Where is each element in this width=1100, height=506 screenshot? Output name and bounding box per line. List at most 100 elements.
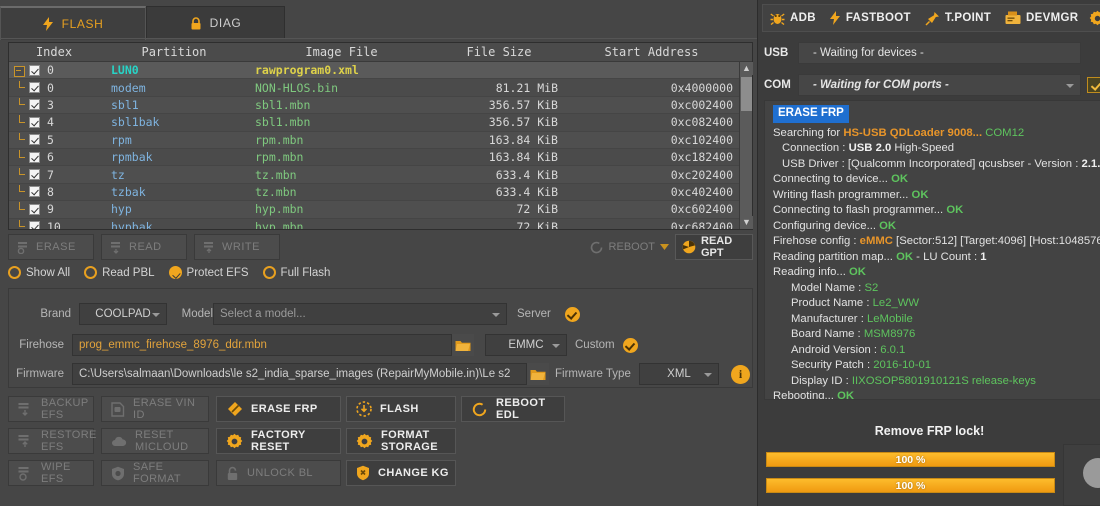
row-checkbox[interactable] — [29, 116, 40, 128]
model-value: Select a model... — [220, 308, 306, 320]
log-line: Searching for HS-USB QDLoader 9008... CO… — [773, 126, 1025, 139]
row-image-cell: hyp.mbn — [255, 219, 304, 229]
flash-button[interactable]: FLASH — [346, 396, 456, 422]
button-label: WIPE EFS — [41, 461, 71, 485]
com-port-select[interactable]: - Waiting for COM ports - — [798, 74, 1081, 96]
testpoint-button[interactable]: T.POINT — [918, 5, 998, 31]
table-row[interactable]: 4 sbl1bak sbl1.mbn 356.57 KiB 0xc082400 — [9, 114, 752, 132]
row-image-cell: hyp.mbn — [255, 202, 304, 217]
column-header-image: Image File — [305, 45, 378, 59]
info-button[interactable]: i — [731, 364, 750, 384]
scroll-thumb[interactable] — [741, 77, 752, 111]
read-button[interactable]: READ — [101, 234, 187, 260]
com-auto-checkbox[interactable] — [1087, 77, 1100, 93]
reboot-edl-button[interactable]: REBOOT EDL — [461, 396, 565, 422]
table-row[interactable]: 6 rpmbak rpm.mbn 163.84 KiB 0xc182400 — [9, 149, 752, 167]
firmware-path-input[interactable]: C:\Users\salmaan\Downloads\le s2_india_s… — [72, 363, 527, 385]
table-row[interactable]: 8 tzbak tz.mbn 633.4 KiB 0xc402400 — [9, 184, 752, 202]
usb-device-field[interactable]: - Waiting for devices - — [798, 42, 1081, 64]
row-checkbox[interactable] — [29, 151, 40, 163]
tree-branch-icon[interactable] — [13, 202, 26, 215]
tab-flash[interactable]: FLASH — [0, 6, 146, 40]
reboot-dropdown-button[interactable]: REBOOT — [589, 234, 669, 260]
log-line: Configuring device... OK — [773, 219, 897, 232]
row-index-value: 0 — [47, 80, 54, 95]
table-row[interactable]: 5 rpm rpm.mbn 163.84 KiB 0xc102400 — [9, 131, 752, 149]
read-gpt-button[interactable]: READ GPT — [675, 234, 753, 260]
scroll-down-icon[interactable]: ▼ — [740, 216, 753, 229]
tree-branch-icon[interactable] — [13, 150, 26, 163]
brand-select[interactable]: COOLPAD — [79, 303, 167, 325]
row-checkbox[interactable] — [29, 169, 40, 181]
table-row[interactable]: 0 modem NON-HLOS.bin 81.21 MiB 0x4000000 — [9, 79, 752, 97]
column-header-address: Start Address — [604, 45, 699, 59]
custom-toggle-check[interactable] — [623, 337, 638, 353]
table-row[interactable]: 7 tz tz.mbn 633.4 KiB 0xc202400 — [9, 166, 752, 184]
row-address-cell: 0xc102400 — [670, 132, 733, 147]
row-index-value: 9 — [47, 202, 54, 217]
unlock-bl-button[interactable]: UNLOCK BL — [216, 460, 341, 486]
safe-format-button[interactable]: SAFE FORMAT — [101, 460, 209, 486]
fastboot-button[interactable]: FASTBOOT — [823, 5, 918, 31]
table-scrollbar[interactable]: ▲ ▼ — [739, 62, 753, 229]
wipe-efs-button[interactable]: WIPE EFS — [8, 460, 94, 486]
firmware-type-select[interactable]: XML — [639, 363, 719, 385]
radio-label: Read PBL — [102, 266, 155, 279]
row-image-cell: NON-HLOS.bin — [255, 80, 339, 95]
firmware-browse-button[interactable] — [527, 363, 549, 385]
radio-full-flash[interactable]: Full Flash — [262, 266, 330, 279]
radio-protect-efs[interactable]: Protect EFS — [168, 266, 249, 279]
change-kg-button[interactable]: CHANGE KG — [346, 460, 456, 486]
firehose-browse-button[interactable] — [452, 334, 474, 356]
format-storage-button[interactable]: FORMAT STORAGE — [346, 428, 456, 454]
chevron-down-icon[interactable] — [660, 244, 669, 250]
row-image-cell: tz.mbn — [255, 167, 297, 182]
tree-expand-icon[interactable] — [13, 65, 26, 77]
row-checkbox[interactable] — [29, 99, 40, 111]
tree-branch-icon[interactable] — [13, 97, 26, 110]
devmgr-button[interactable]: DEVMGR — [998, 5, 1085, 31]
table-row[interactable]: 0 LUN0 rawprogram0.xml — [9, 62, 752, 80]
row-checkbox[interactable] — [29, 82, 40, 94]
settings-button[interactable] — [1085, 5, 1100, 31]
tree-branch-icon[interactable] — [13, 115, 26, 128]
reset-micloud-button[interactable]: RESET MICLOUD — [101, 428, 209, 454]
table-row[interactable]: 10 hypbak hyp.mbn 72 KiB 0xc682400 — [9, 219, 752, 229]
table-row[interactable]: 3 sbl1 sbl1.mbn 356.57 KiB 0xc002400 — [9, 96, 752, 115]
log-line: Reading info... OK — [773, 266, 866, 278]
row-size-cell: 72 KiB — [516, 219, 558, 229]
read-gpt-label: READ GPT — [701, 235, 733, 259]
tree-branch-icon[interactable] — [13, 167, 26, 180]
model-select[interactable]: Select a model... — [213, 303, 507, 325]
tree-branch-icon[interactable] — [13, 132, 26, 145]
tree-branch-icon[interactable] — [13, 184, 26, 197]
erase-button[interactable]: ERASE — [8, 234, 94, 260]
restore-efs-button[interactable]: RESTORE EFS — [8, 428, 96, 454]
factory-reset-button[interactable]: FACTORY RESET — [216, 428, 341, 454]
firehose-path-input[interactable]: prog_emmc_firehose_8976_ddr.mbn — [72, 334, 452, 356]
row-image-cell: rawprogram0.xml — [255, 63, 359, 78]
backup-efs-button[interactable]: BACKUP EFS — [8, 396, 94, 422]
row-checkbox[interactable] — [29, 186, 40, 198]
adb-button[interactable]: ADB — [763, 5, 823, 31]
row-checkbox[interactable] — [29, 221, 40, 229]
server-toggle-check[interactable] — [565, 306, 580, 322]
tree-branch-icon[interactable] — [13, 80, 26, 93]
erase-frp-button[interactable]: ERASE FRP — [216, 396, 341, 422]
tab-diag[interactable]: DIAG — [146, 6, 285, 39]
radio-read-pbl[interactable]: Read PBL — [84, 266, 155, 279]
table-row[interactable]: 9 hyp hyp.mbn 72 KiB 0xc602400 — [9, 201, 752, 219]
erase-vin-id-button[interactable]: ERASE VIN ID — [101, 396, 209, 422]
devmgr-icon — [1005, 11, 1021, 25]
tree-branch-icon[interactable] — [13, 219, 26, 229]
row-checkbox[interactable] — [29, 134, 40, 146]
storage-type-select[interactable]: EMMC — [485, 334, 567, 356]
row-checkbox[interactable] — [29, 203, 40, 215]
row-checkbox[interactable] — [29, 64, 40, 76]
scroll-up-icon[interactable]: ▲ — [740, 62, 753, 75]
table-body[interactable]: 0 LUN0 rawprogram0.xml 0 modem NON-HLOS.bin 81… — [9, 62, 752, 229]
pin-icon — [925, 11, 940, 26]
write-button[interactable]: WRITE — [194, 234, 280, 260]
radio-show-all[interactable]: Show All — [8, 266, 70, 279]
log-output[interactable]: ERASE FRP Searching for HS-USB QDLoader … — [764, 100, 1100, 400]
